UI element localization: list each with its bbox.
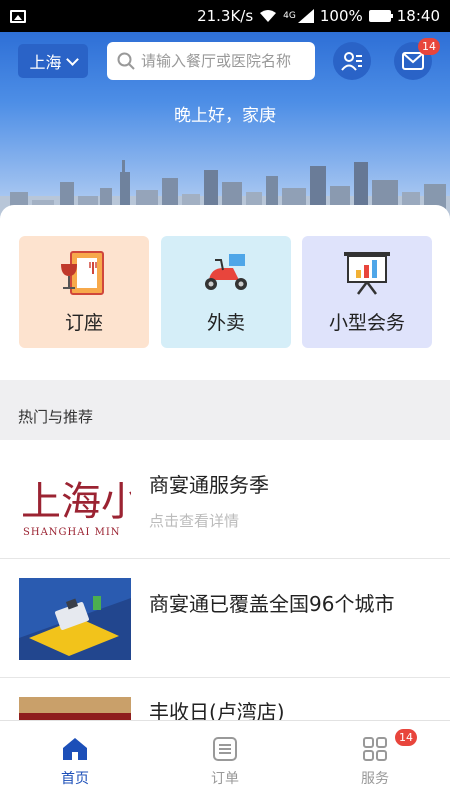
city-label: 上海 — [29, 53, 62, 72]
envelope-icon — [402, 52, 424, 70]
order-list-icon — [213, 737, 237, 761]
user-list-icon — [341, 52, 362, 71]
section-header: 热门与推荐 — [0, 380, 450, 440]
list-item[interactable]: 商宴通已覆盖全国96个城市 — [0, 559, 450, 678]
item-title: 商宴通服务季 — [149, 473, 269, 497]
status-bar: 21.3K/s 4G 100% 18:40 — [0, 0, 450, 32]
section-title: 热门与推荐 — [18, 408, 94, 426]
tab-label: 首页 — [61, 771, 89, 787]
greeting-text: 晚上好，家庚 — [174, 106, 276, 126]
search-icon — [117, 52, 135, 70]
search-input[interactable] — [141, 52, 311, 70]
service-panel: 订座 外卖 小型会务 — [0, 205, 450, 380]
bottom-tab-bar: 首页 订单 服务 14 — [0, 720, 450, 800]
image-notification-icon — [10, 9, 26, 23]
clock: 18:40 — [396, 7, 440, 25]
logo-text-cn: 上海小南国 — [21, 479, 131, 525]
list-item[interactable]: 上海小南国 SHANGHAI MIN 商宴通服务季 点击查看详情 — [0, 440, 450, 559]
logo-text-en: SHANGHAI MIN — [23, 527, 121, 538]
message-badge: 14 — [418, 38, 440, 55]
chevron-down-icon — [65, 52, 79, 66]
service-label: 外卖 — [206, 312, 245, 334]
wifi-icon — [260, 10, 277, 22]
network-speed: 21.3K/s — [197, 7, 254, 25]
restaurant-logo: 上海小南国 SHANGHAI MIN — [19, 459, 131, 541]
signal-icon — [297, 9, 314, 23]
scooter-icon — [205, 254, 247, 290]
battery-percent: 100% — [319, 7, 363, 25]
header-banner: 上海 14 晚上好，家庚 — [0, 32, 450, 232]
service-label: 小型会务 — [328, 312, 405, 334]
menu-wine-icon — [61, 251, 104, 295]
tab-home[interactable]: 首页 — [15, 721, 135, 800]
coverage-banner-image — [19, 578, 131, 660]
tab-label: 服务 — [361, 771, 389, 787]
service-tile-delivery[interactable]: 外卖 — [161, 236, 291, 348]
tab-orders[interactable]: 订单 — [165, 721, 285, 800]
battery-icon — [368, 10, 393, 22]
grid-apps-icon — [363, 737, 387, 761]
service-tile-reservation[interactable]: 订座 — [19, 236, 149, 348]
service-tile-meeting[interactable]: 小型会务 — [302, 236, 432, 348]
services-badge: 14 — [395, 729, 417, 746]
city-selector[interactable]: 上海 — [18, 44, 88, 78]
network-type: 4G — [283, 11, 296, 21]
search-box[interactable] — [107, 42, 315, 80]
tab-label: 订单 — [211, 771, 239, 787]
contacts-button[interactable] — [333, 42, 371, 80]
service-label: 订座 — [64, 312, 103, 334]
tab-services[interactable]: 服务 — [315, 721, 435, 800]
home-icon — [63, 738, 87, 760]
item-title: 商宴通已覆盖全国96个城市 — [149, 592, 395, 616]
item-subtitle: 点击查看详情 — [149, 512, 240, 530]
presentation-board-icon — [344, 252, 390, 295]
